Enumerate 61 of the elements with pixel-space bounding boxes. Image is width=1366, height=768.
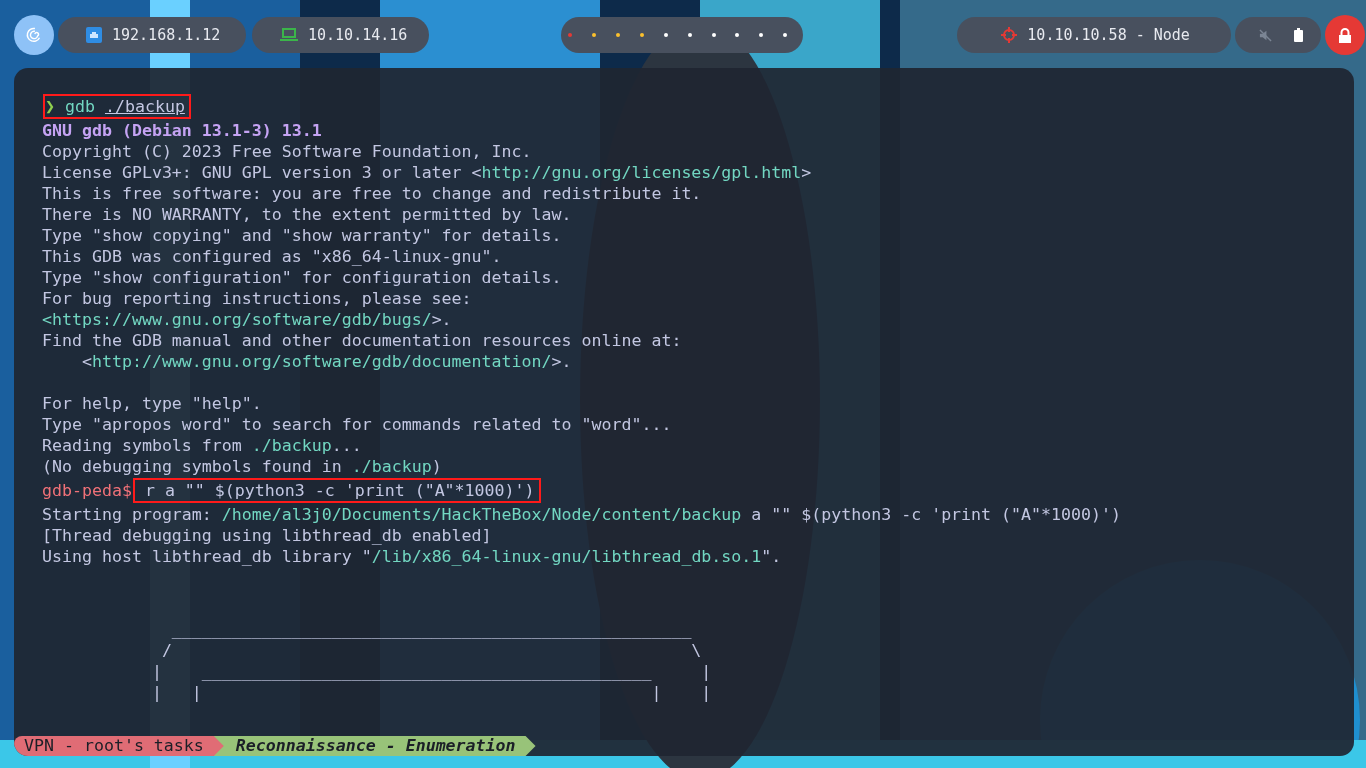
output-text: For help, type "help".: [42, 394, 262, 413]
workspace-dot[interactable]: [568, 33, 573, 37]
prompt-text: gdb-peda$: [42, 481, 132, 500]
ethernet-icon: [86, 27, 102, 43]
laptop-icon: [280, 28, 298, 42]
workspace-dot[interactable]: [616, 33, 621, 37]
command-text: gdb: [64, 97, 96, 116]
target-text: 10.10.10.58 - Node: [1027, 26, 1190, 44]
ascii-art-text: / \: [160, 641, 702, 660]
output-text: ): [431, 457, 442, 476]
link-text: /lib/x86_64-linux-gnu/libthread_db.so.1: [371, 547, 762, 566]
link-text: <https://www.gnu.org/software/gdb/bugs/: [42, 310, 432, 329]
workspace-dot[interactable]: [687, 33, 692, 37]
prompt-arrow-icon: ❯: [45, 97, 55, 116]
output-text: This GDB was configured as "x86_64-linux-gnu".: [42, 247, 502, 266]
output-text: License GPLv3+: GNU GPL version 3 or later <: [42, 163, 482, 182]
output-text: (No debugging symbols found in: [42, 457, 343, 476]
workspace-dot[interactable]: [592, 33, 597, 37]
link-text: http://www.gnu.org/software/gdb/documentation/: [91, 352, 552, 371]
ip-address-text: 192.168.1.12: [112, 26, 221, 44]
workspace-dot[interactable]: [711, 33, 716, 37]
path-text: ./backup: [104, 97, 185, 116]
output-text: Reading symbols from: [42, 436, 243, 455]
output-text: [Thread debugging using libthread_db enabled]: [42, 526, 492, 545]
output-text: There is NO WARRANTY, to the extent permitted by law.: [42, 205, 572, 224]
workspace-dot[interactable]: [735, 33, 740, 37]
output-text: Starting program:: [42, 505, 213, 524]
workspace-dot[interactable]: [783, 33, 788, 37]
workspace-dot[interactable]: [639, 33, 644, 37]
link-text: http://gnu.org/licenses/gpl.html: [481, 163, 802, 182]
output-text: ...: [331, 436, 362, 455]
link-text: ./backup: [351, 457, 432, 476]
ascii-art-text: ____________________________________________________: [170, 620, 692, 639]
output-text: <: [80, 352, 92, 371]
status-segment: VPN - root's tasks: [14, 736, 224, 756]
output-text: Copyright (C) 2023 Free Software Foundation, Inc.: [42, 142, 532, 161]
workspace-dot[interactable]: [759, 33, 764, 37]
ip-address-text: 10.10.14.16: [308, 26, 408, 44]
lock-icon: [1338, 27, 1353, 43]
output-text: ".: [761, 547, 782, 566]
output-text: Find the GDB manual and other documentation resources online at:: [42, 331, 682, 350]
workspace-dot[interactable]: [663, 33, 668, 37]
output-text: >.: [431, 310, 452, 329]
output-text: Type "show copying" and "show warranty" for details.: [42, 226, 562, 245]
ascii-art-text: | _____________________________________________ |: [150, 662, 712, 681]
link-text: /home/al3j0/Documents/HackTheBox/Node/content/backup: [221, 505, 742, 524]
output-text: Type "apropos word" to search for commands related to "word"...: [42, 415, 672, 434]
output-text: For bug reporting instructions, please see:: [42, 289, 472, 308]
battery-icon[interactable]: [1294, 28, 1304, 42]
output-text: r a "" $(python3 -c 'print ("A"*1000)'): [143, 481, 535, 500]
banner-text: GNU gdb (Debian 13.1-3) 13.1: [42, 121, 322, 140]
status-segment: Reconnaissance - Enumeration: [213, 736, 536, 756]
output-text: Using host libthread_db library ": [42, 547, 372, 566]
link-text: ./backup: [251, 436, 332, 455]
target-icon: [1001, 27, 1018, 43]
output-text: a "" $(python3 -c 'print ("A"*1000)'): [750, 505, 1121, 524]
output-text: This is free software: you are free to change and redistribute it.: [42, 184, 702, 203]
output-text: >.: [551, 352, 572, 371]
ascii-art-text: | | | |: [150, 683, 712, 702]
output-text: Type "show configuration" for configuration details.: [42, 268, 562, 287]
output-text: >: [801, 163, 812, 182]
